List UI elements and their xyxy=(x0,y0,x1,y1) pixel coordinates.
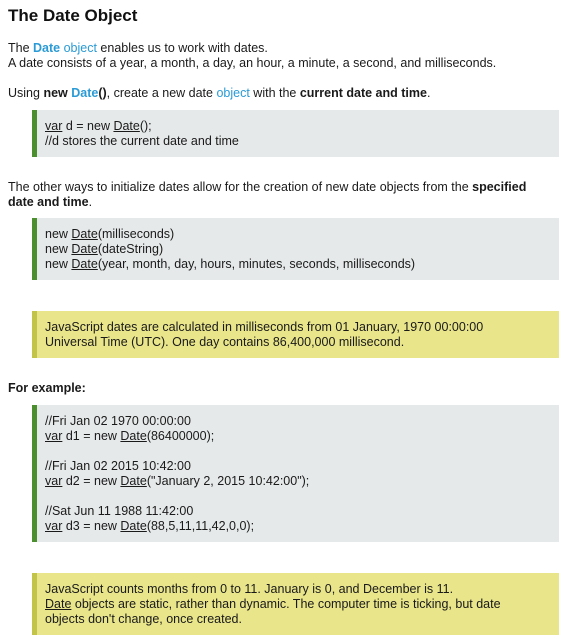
code-comment: //d stores the current date and time xyxy=(45,134,239,148)
new-keyword: new xyxy=(43,86,68,100)
code-block-examples: //Fri Jan 02 1970 00:00:00 var d1 = new … xyxy=(32,405,559,542)
var-keyword-link[interactable]: var xyxy=(45,519,62,533)
code-text: (milliseconds) xyxy=(97,227,175,241)
using-paragraph: Using new Date(), create a new date obje… xyxy=(8,86,556,101)
code-text: d2 = new xyxy=(62,474,121,488)
note-text: JavaScript counts months from 0 to 11. J… xyxy=(45,582,454,596)
date-keyword-link[interactable]: Date xyxy=(33,41,60,55)
other-ways-paragraph: The other ways to initialize dates allow… xyxy=(8,180,556,210)
note-box-months: JavaScript counts months from 0 to 11. J… xyxy=(32,573,559,635)
note-box-milliseconds: JavaScript dates are calculated in milli… xyxy=(32,311,559,358)
date-and-time-bold: date and time xyxy=(8,195,89,209)
code-comment: //Fri Jan 02 2015 10:42:00 xyxy=(45,459,191,473)
code-text: (year, month, day, hours, minutes, secon… xyxy=(97,257,416,271)
code-text: (88,5,11,11,42,0,0); xyxy=(146,519,255,533)
date-keyword-link[interactable]: Date xyxy=(113,119,139,133)
code-text: new xyxy=(45,227,72,241)
parens-text: () xyxy=(98,86,107,100)
code-text: d1 = new xyxy=(62,429,121,443)
code-text: ("January 2, 2015 10:42:00"); xyxy=(146,474,310,488)
intro-paragraph: The Date object enables us to work with … xyxy=(8,41,556,71)
code-block-current-date: var d = new Date(); //d stores the curre… xyxy=(32,110,559,157)
code-spacer xyxy=(45,489,559,504)
using-text-mid2: with the xyxy=(249,86,300,100)
current-date-bold: current date and time xyxy=(299,86,427,100)
code-spacer xyxy=(45,444,559,459)
object-link[interactable]: object xyxy=(64,41,97,55)
date-keyword-link[interactable]: Date xyxy=(120,519,146,533)
code-text: d = new xyxy=(62,119,114,133)
date-keyword-link[interactable]: Date xyxy=(71,242,97,256)
page-title: The Date Object xyxy=(8,6,138,25)
code-text: d3 = new xyxy=(62,519,121,533)
intro-line-2: A date consists of a year, a month, a da… xyxy=(8,56,497,70)
date-keyword-link[interactable]: Date xyxy=(71,227,97,241)
other-ways-text: The other ways to initialize dates allow… xyxy=(8,180,473,194)
specified-bold: specified xyxy=(472,180,527,194)
var-keyword-link[interactable]: var xyxy=(45,119,62,133)
date-keyword-link[interactable]: Date xyxy=(120,474,146,488)
date-keyword-link[interactable]: Date xyxy=(71,86,98,100)
note-text: Universal Time (UTC). One day contains 8… xyxy=(45,335,405,349)
intro-text-end: enables us to work with dates. xyxy=(96,41,268,55)
code-text: new xyxy=(45,257,72,271)
code-text: new xyxy=(45,242,72,256)
code-block-constructors: new Date(milliseconds) new Date(dateStri… xyxy=(32,218,559,280)
using-text: Using xyxy=(8,86,44,100)
example-label: For example: xyxy=(8,381,556,396)
intro-text: The xyxy=(8,41,34,55)
object-link[interactable]: object xyxy=(216,86,249,100)
code-comment: //Fri Jan 02 1970 00:00:00 xyxy=(45,414,191,428)
using-text-mid: , create a new date xyxy=(106,86,217,100)
date-keyword-link[interactable]: Date xyxy=(120,429,146,443)
note-text: JavaScript dates are calculated in milli… xyxy=(45,320,484,334)
note-text: objects are static, rather than dynamic.… xyxy=(71,597,501,611)
code-text: (); xyxy=(139,119,152,133)
code-text: (dateString) xyxy=(97,242,164,256)
var-keyword-link[interactable]: var xyxy=(45,474,62,488)
date-keyword-link[interactable]: Date xyxy=(45,597,71,611)
var-keyword-link[interactable]: var xyxy=(45,429,62,443)
using-text-end: . xyxy=(426,86,431,100)
other-ways-end: . xyxy=(88,195,93,209)
code-comment: //Sat Jun 11 1988 11:42:00 xyxy=(45,504,194,518)
code-text: (86400000); xyxy=(146,429,215,443)
for-example-heading: For example: xyxy=(8,381,86,395)
date-keyword-link[interactable]: Date xyxy=(71,257,97,271)
note-text: objects don't change, once created. xyxy=(45,612,242,626)
